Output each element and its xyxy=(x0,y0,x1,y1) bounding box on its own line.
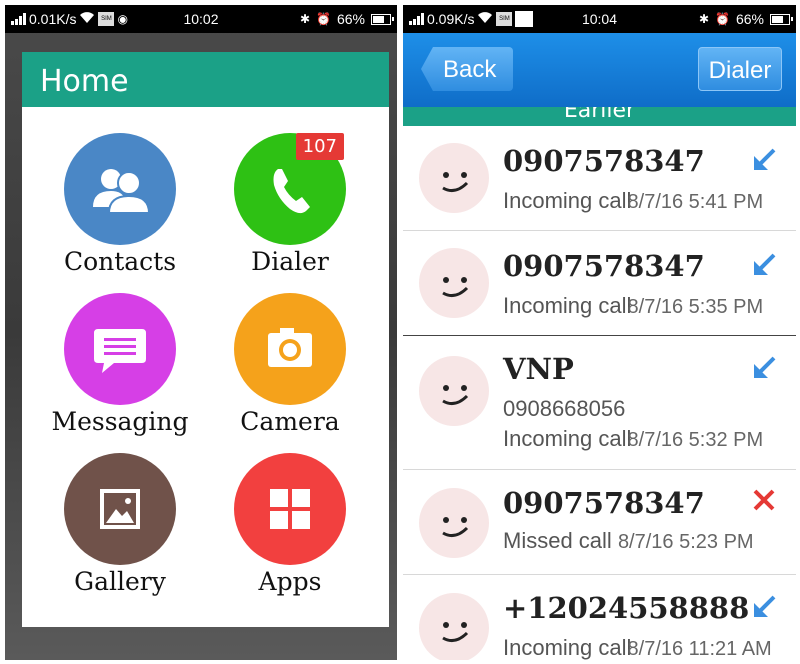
apps-tile[interactable]: Apps xyxy=(205,453,375,596)
call-row[interactable]: VNP 0908668056 Incoming call 8/7/16 5:32… xyxy=(403,336,796,470)
call-list[interactable]: 0907578347 Incoming call 8/7/16 5:41 PM … xyxy=(403,126,796,660)
gallery-icon[interactable] xyxy=(64,453,176,565)
battery-percent: 66% xyxy=(735,11,764,27)
call-row[interactable]: 0907578347 Incoming call 8/7/16 5:35 PM xyxy=(403,231,796,336)
caller-name: 0907578347 xyxy=(503,249,705,283)
avatar xyxy=(419,143,489,213)
avatar xyxy=(419,248,489,318)
call-row[interactable]: 0907578347 Incoming call 8/7/16 5:41 PM xyxy=(403,126,796,231)
dialer-button[interactable]: Dialer xyxy=(698,47,782,91)
section-header: Earlier xyxy=(403,107,796,126)
incoming-call-icon xyxy=(752,148,776,172)
incoming-call-icon xyxy=(752,595,776,619)
contacts-label: Contacts xyxy=(63,247,177,276)
call-detail: Incoming call 8/7/16 5:32 PM xyxy=(503,426,763,452)
call-type: Missed call xyxy=(503,528,612,553)
caller-number: 0908668056 xyxy=(503,396,626,421)
battery-percent: 66% xyxy=(336,11,365,27)
gallery-label: Gallery xyxy=(74,567,166,596)
call-type: Incoming call xyxy=(503,426,632,451)
call-type: Incoming call xyxy=(503,293,632,318)
call-time: 8/7/16 5:32 PM xyxy=(627,429,764,451)
caller-name: +12024558888 xyxy=(503,591,750,625)
call-detail: Incoming call 8/7/16 5:41 PM xyxy=(503,188,763,214)
messaging-tile[interactable]: Messaging xyxy=(35,293,205,436)
home-screen: 0.01K/s SIM ◉ 10:02 ✱ ⏰ 66% Home Contact… xyxy=(5,5,397,660)
caller-name: 0907578347 xyxy=(503,144,705,178)
avatar xyxy=(419,488,489,558)
call-row[interactable]: 0907578347 Missed call 8/7/16 5:23 PM xyxy=(403,470,796,575)
battery-icon xyxy=(371,13,394,25)
bluetooth-icon: ✱ xyxy=(299,12,311,26)
missed-calls-badge: 107 xyxy=(295,133,344,160)
gallery-tile[interactable]: Gallery xyxy=(35,453,205,596)
message-icon[interactable] xyxy=(64,293,176,405)
alarm-icon: ⏰ xyxy=(715,12,730,26)
camera-label: Camera xyxy=(240,407,340,436)
call-detail: Missed call 8/7/16 5:23 PM xyxy=(503,528,754,554)
call-type: Incoming call xyxy=(503,188,632,213)
home-title: Home xyxy=(22,52,389,107)
avatar xyxy=(419,356,489,426)
back-button[interactable]: Back xyxy=(421,47,513,91)
call-row[interactable]: +12024558888 Incoming call 8/7/16 11:21 … xyxy=(403,575,796,660)
bluetooth-icon: ✱ xyxy=(698,12,710,26)
caller-name: 0907578347 xyxy=(503,486,705,520)
battery-icon xyxy=(770,13,793,25)
incoming-call-icon xyxy=(752,253,776,277)
call-time: 8/7/16 5:23 PM xyxy=(617,531,754,553)
dialer-label: Dialer xyxy=(251,247,329,276)
avatar xyxy=(419,593,489,660)
caller-name: VNP xyxy=(503,352,574,386)
messaging-label: Messaging xyxy=(51,407,189,436)
apps-label: Apps xyxy=(258,567,322,596)
contacts-icon[interactable] xyxy=(64,133,176,245)
phone-icon[interactable]: 107 xyxy=(234,133,346,245)
status-bar: 0.09K/s SIM 10:04 ✱ ⏰ 66% xyxy=(403,5,796,33)
section-header-label: Earlier xyxy=(563,107,636,123)
call-log-screen: 0.09K/s SIM 10:04 ✱ ⏰ 66% Back Dialer Ea… xyxy=(403,5,796,660)
camera-tile[interactable]: Camera xyxy=(205,293,375,436)
home-panel: Home Contacts 107 Dialer Messaging Camer… xyxy=(22,52,389,627)
missed-call-icon xyxy=(752,488,776,512)
call-detail: Incoming call 8/7/16 5:35 PM xyxy=(503,293,763,319)
apps-icon[interactable] xyxy=(234,453,346,565)
call-type: Incoming call xyxy=(503,635,632,660)
call-time: 8/7/16 5:41 PM xyxy=(627,191,764,213)
action-bar: Back Dialer xyxy=(403,33,796,107)
call-time: 8/7/16 5:35 PM xyxy=(627,296,764,318)
call-time: 8/7/16 11:21 AM xyxy=(627,638,772,660)
call-detail: Incoming call 8/7/16 11:21 AM xyxy=(503,635,772,660)
dialer-tile[interactable]: 107 Dialer xyxy=(205,133,375,276)
incoming-call-icon xyxy=(752,356,776,380)
status-bar: 0.01K/s SIM ◉ 10:02 ✱ ⏰ 66% xyxy=(5,5,397,33)
camera-icon[interactable] xyxy=(234,293,346,405)
alarm-icon: ⏰ xyxy=(316,12,331,26)
contacts-tile[interactable]: Contacts xyxy=(35,133,205,276)
